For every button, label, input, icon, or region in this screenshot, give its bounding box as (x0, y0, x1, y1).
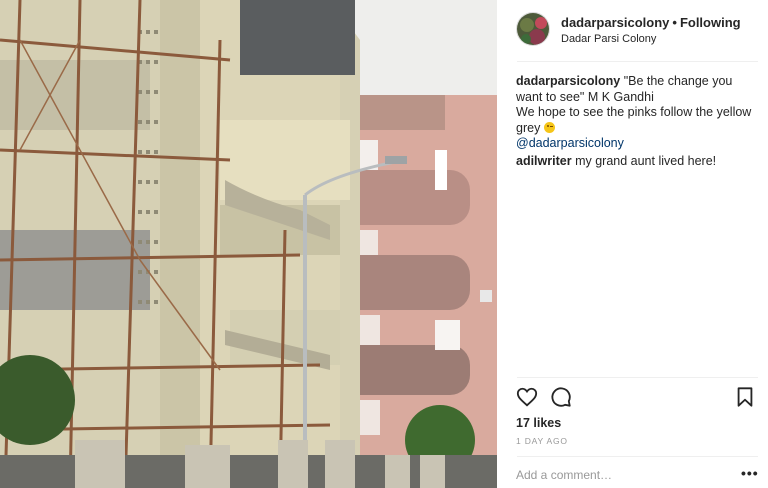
add-comment-input[interactable] (516, 466, 716, 484)
header-divider (517, 61, 758, 62)
comments-list: dadarparsicolony "Be the change you want… (516, 74, 754, 171)
post-date[interactable]: 1 DAY AGO (516, 436, 568, 446)
comment-username-2[interactable]: adilwriter (516, 154, 572, 168)
header-line: dadarparsicolony • Following (561, 15, 741, 30)
building-photo (0, 0, 497, 488)
mention-link[interactable]: @dadarparsicolony (516, 136, 754, 152)
comment-text: my grand aunt lived here! (575, 153, 717, 168)
more-options-button[interactable]: ••• (741, 466, 758, 482)
like-button[interactable] (516, 386, 538, 408)
header-username[interactable]: dadarparsicolony (561, 15, 669, 30)
wink-emoji-icon (543, 121, 555, 133)
save-button[interactable] (734, 386, 756, 408)
comment-text-line-2: We hope to see the pinks follow the yell… (516, 105, 754, 136)
action-bar (516, 386, 756, 410)
caption-comment: dadarparsicolony "Be the change you want… (516, 74, 754, 152)
avatar[interactable] (516, 12, 550, 46)
post-side-panel: dadarparsicolony • Following Dadar Parsi C… (497, 0, 768, 488)
add-comment-divider (517, 456, 758, 457)
avatar-image-icon (517, 13, 549, 45)
actions-divider (517, 377, 758, 378)
comment-username[interactable]: dadarparsicolony (516, 74, 620, 88)
bookmark-icon (737, 387, 753, 407)
post-header: dadarparsicolony • Following Dadar Parsi C… (497, 0, 768, 60)
follow-button[interactable]: Following (680, 15, 741, 30)
heart-icon (516, 387, 538, 407)
comment-button[interactable] (550, 386, 572, 408)
header-separator: • (672, 15, 677, 30)
comment-bubble-icon (551, 387, 571, 407)
reply-comment: adilwriter my grand aunt lived here! (516, 154, 754, 170)
location-link[interactable]: Dadar Parsi Colony (561, 33, 656, 45)
post-photo[interactable] (0, 0, 497, 488)
likes-count[interactable]: 17 likes (516, 416, 561, 430)
